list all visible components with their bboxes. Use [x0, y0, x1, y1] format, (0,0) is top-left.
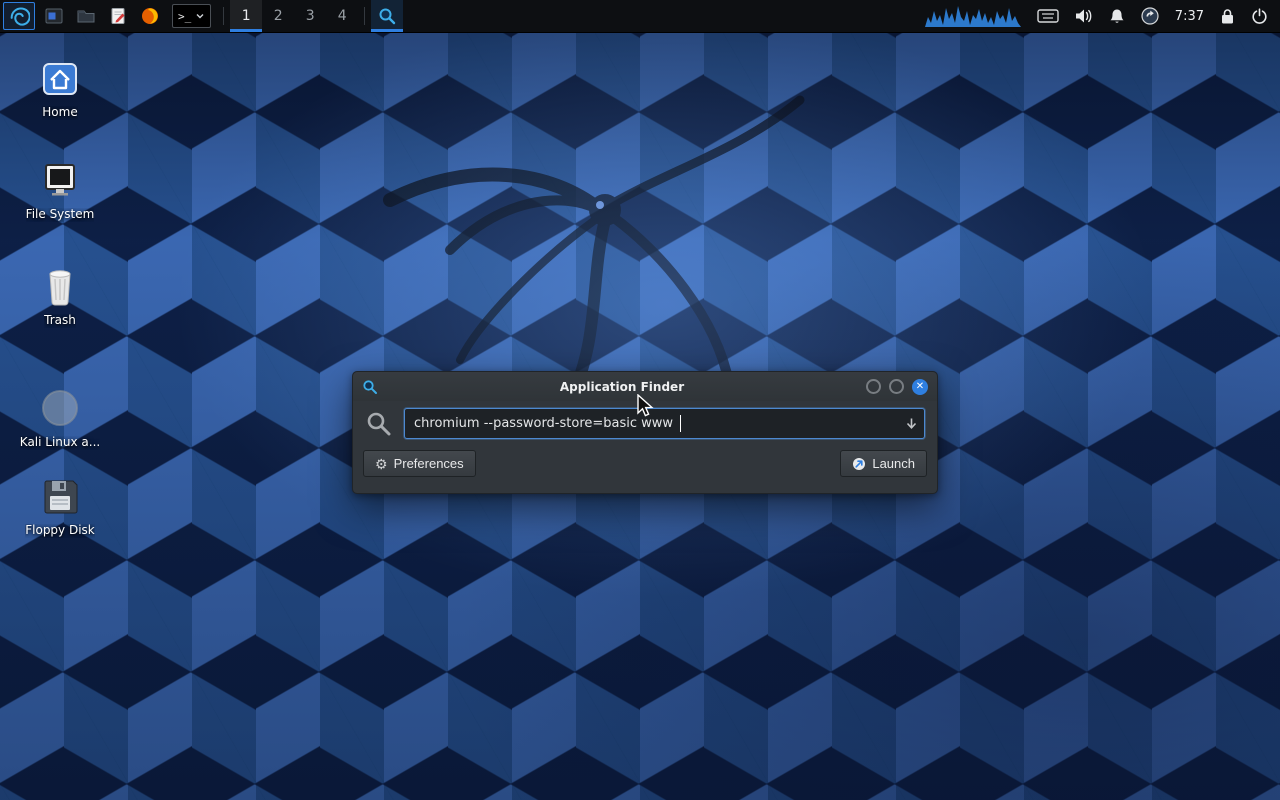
desktop-icon-home[interactable]: Home — [16, 58, 104, 120]
finder-button-row: ⚙ Preferences Launch — [353, 445, 937, 487]
desktop-icon-label: File System — [26, 208, 95, 222]
workspace-switcher: 1 2 3 4 — [230, 0, 358, 32]
finder-search-row — [353, 401, 937, 445]
text-editor-icon — [108, 6, 128, 26]
window-title: Application Finder — [386, 380, 858, 394]
top-panel: >_ 1 2 3 4 — [0, 0, 1280, 33]
history-dropdown-arrow-icon[interactable] — [905, 417, 918, 430]
desktop-icon-label: Trash — [44, 314, 76, 328]
workspace-1-button[interactable]: 1 — [230, 0, 262, 32]
firefox-icon — [140, 6, 160, 26]
window-titlebar[interactable]: Application Finder ✕ — [353, 372, 937, 401]
floppy-disk-icon — [38, 474, 82, 518]
volume-icon — [1075, 8, 1093, 24]
kali-logo-icon — [8, 5, 30, 27]
desktop-icon-label: Floppy Disk — [25, 524, 95, 538]
keyboard-icon — [1037, 8, 1059, 24]
chevron-down-icon — [195, 11, 205, 21]
gear-icon: ⚙ — [375, 457, 388, 471]
logout-button[interactable] — [1251, 8, 1268, 25]
notifications[interactable] — [1109, 8, 1125, 25]
audio-visualizer[interactable] — [925, 3, 1021, 29]
keyboard-indicator[interactable] — [1037, 8, 1059, 24]
desktop-icon-file-system[interactable]: File System — [16, 158, 104, 222]
launch-button[interactable]: Launch — [840, 450, 927, 477]
desktop-icon-label: Home — [42, 106, 77, 120]
clock[interactable]: 7:37 — [1175, 9, 1204, 24]
desktop-icon-kali-docs[interactable]: Kali Linux a... — [16, 388, 104, 450]
close-button[interactable]: ✕ — [912, 379, 928, 395]
bell-icon — [1109, 8, 1125, 25]
text-caret — [680, 415, 681, 432]
preferences-button-label: Preferences — [394, 456, 464, 471]
terminal-prompt-glyph: >_ — [178, 10, 191, 23]
update-indicator[interactable] — [1141, 7, 1159, 25]
file-manager-launcher[interactable] — [38, 0, 70, 32]
kali-docs-icon — [38, 388, 82, 430]
terminal-selector[interactable]: >_ — [172, 4, 211, 28]
desktop-icon-floppy-disk[interactable]: Floppy Disk — [16, 474, 104, 538]
file-manager-icon — [44, 6, 64, 26]
home-icon — [38, 58, 82, 100]
window-app-icon — [362, 379, 378, 395]
workspace-4-button[interactable]: 4 — [326, 0, 358, 32]
volume-control[interactable] — [1075, 8, 1093, 24]
desktop: >_ 1 2 3 4 — [0, 0, 1280, 800]
audio-visualizer-icon — [925, 3, 1021, 29]
lock-icon — [1220, 8, 1235, 25]
update-icon — [1141, 7, 1159, 25]
command-input-wrap — [404, 408, 925, 439]
command-input[interactable] — [404, 408, 925, 439]
taskbar-application-finder-button[interactable] — [371, 0, 403, 32]
maximize-button[interactable] — [889, 379, 904, 394]
lock-screen-button[interactable] — [1220, 8, 1235, 25]
folder-launcher[interactable] — [70, 0, 102, 32]
launch-button-label: Launch — [872, 456, 915, 471]
search-icon — [365, 410, 392, 437]
minimize-button[interactable] — [866, 379, 881, 394]
launch-icon — [852, 457, 866, 471]
applications-menu-button[interactable] — [3, 2, 35, 30]
application-finder-icon — [377, 6, 397, 26]
power-icon — [1251, 8, 1268, 25]
preferences-button[interactable]: ⚙ Preferences — [363, 450, 476, 477]
desktop-icon-trash[interactable]: Trash — [16, 262, 104, 328]
firefox-launcher[interactable] — [134, 0, 166, 32]
system-tray: 7:37 — [925, 0, 1280, 32]
workspace-2-button[interactable]: 2 — [262, 0, 294, 32]
text-editor-launcher[interactable] — [102, 0, 134, 32]
panel-separator — [364, 7, 365, 25]
trash-icon — [38, 262, 82, 308]
file-system-icon — [38, 158, 82, 202]
workspace-3-button[interactable]: 3 — [294, 0, 326, 32]
desktop-icon-label: Kali Linux a... — [20, 436, 100, 450]
panel-separator — [223, 7, 224, 25]
folder-icon — [76, 6, 96, 26]
application-finder-window: Application Finder ✕ ⚙ Preferen — [352, 371, 938, 494]
